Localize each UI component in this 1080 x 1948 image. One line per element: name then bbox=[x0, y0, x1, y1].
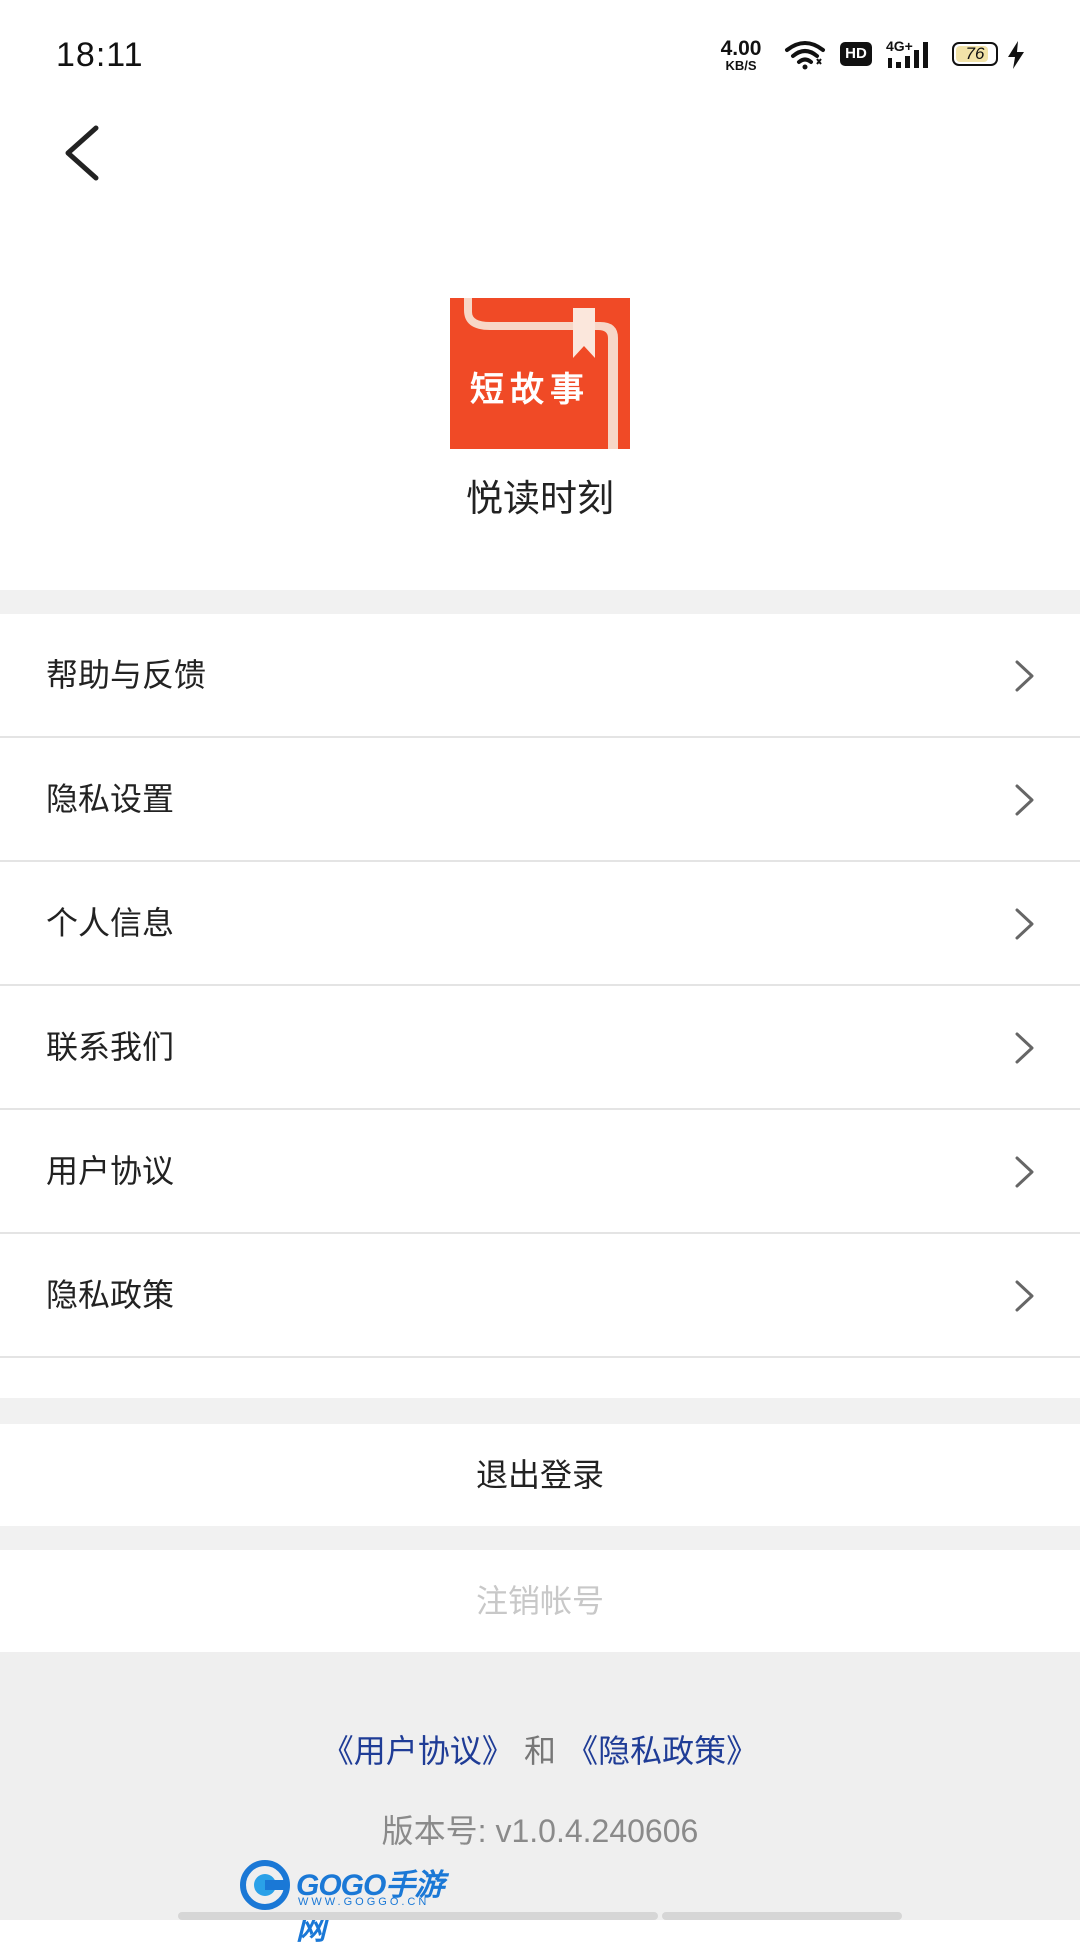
chevron-right-icon bbox=[1015, 784, 1034, 816]
app-logo-text: 短故事 bbox=[470, 370, 590, 410]
battery-level: 76 bbox=[965, 44, 985, 63]
watermark-logo-icon bbox=[240, 1860, 290, 1910]
logout-label: 退出登录 bbox=[475, 1456, 604, 1494]
delete-account-button[interactable]: 注销帐号 bbox=[0, 1550, 1080, 1652]
chevron-right-icon bbox=[1015, 908, 1034, 940]
chevron-right-icon bbox=[1015, 660, 1034, 692]
hd-badge-text: HD bbox=[845, 45, 867, 62]
menu-item-label: 隐私设置 bbox=[46, 780, 175, 818]
privacy-policy-link[interactable]: 《隐私政策》 bbox=[566, 1732, 758, 1770]
menu-item-personal-info[interactable]: 个人信息 bbox=[0, 862, 1080, 986]
menu-item-label: 个人信息 bbox=[46, 904, 175, 942]
battery-icon: 76 bbox=[952, 42, 998, 66]
status-bar: 18:11 4.00 KB/S HD 4G+ 76 bbox=[0, 0, 1080, 110]
menu-item-label: 联系我们 bbox=[46, 1028, 175, 1066]
menu-item-label: 用户协议 bbox=[46, 1152, 175, 1190]
hd-icon: HD bbox=[840, 42, 872, 66]
menu-item-user-agreement[interactable]: 用户协议 bbox=[0, 1110, 1080, 1234]
network-speed-value: 4.00 bbox=[720, 37, 762, 60]
and-text: 和 bbox=[523, 1732, 556, 1770]
section-divider bbox=[0, 590, 1080, 614]
status-time: 18:11 bbox=[56, 36, 144, 74]
user-agreement-link[interactable]: 《用户协议》 bbox=[322, 1732, 514, 1770]
network-speed: 4.00 KB/S bbox=[716, 38, 766, 72]
watermark: GOGO手游网 WWW.GOGGO.CN bbox=[240, 1858, 460, 1946]
footer bbox=[0, 1652, 1080, 1920]
chevron-right-icon bbox=[1015, 1280, 1034, 1312]
app-name: 悦读时刻 bbox=[466, 477, 614, 520]
menu-item-label: 帮助与反馈 bbox=[46, 656, 207, 694]
watermark-url: WWW.GOGGO.CN bbox=[298, 1896, 430, 1908]
menu-item-help-feedback[interactable]: 帮助与反馈 bbox=[0, 614, 1080, 738]
delete-account-label: 注销帐号 bbox=[475, 1582, 604, 1620]
section-divider bbox=[0, 1526, 1080, 1550]
app-logo: 短故事 bbox=[450, 298, 630, 449]
wifi-icon bbox=[785, 41, 825, 70]
logout-button[interactable]: 退出登录 bbox=[0, 1424, 1080, 1526]
gesture-navigation-bar[interactable] bbox=[178, 1912, 902, 1920]
menu-item-privacy-policy[interactable]: 隐私政策 bbox=[0, 1234, 1080, 1358]
chevron-right-icon bbox=[1015, 1156, 1034, 1188]
menu-item-privacy-settings[interactable]: 隐私设置 bbox=[0, 738, 1080, 862]
back-button[interactable] bbox=[58, 118, 118, 188]
menu-item-contact-us[interactable]: 联系我们 bbox=[0, 986, 1080, 1110]
charging-icon bbox=[1008, 41, 1024, 69]
section-divider bbox=[0, 1398, 1080, 1424]
chevron-right-icon bbox=[1015, 1032, 1034, 1064]
version-text: 版本号: v1.0.4.240606 bbox=[381, 1813, 699, 1849]
network-speed-unit: KB/S bbox=[725, 58, 757, 73]
legal-links: 《用户协议》 和 《隐私政策》 bbox=[0, 1726, 1080, 1772]
menu-item-label: 隐私政策 bbox=[46, 1276, 175, 1314]
settings-menu: 帮助与反馈 隐私设置 个人信息 联系我们 用户协议 隐私政策 bbox=[0, 614, 1080, 1358]
signal-icon: 4G+ bbox=[886, 38, 936, 70]
